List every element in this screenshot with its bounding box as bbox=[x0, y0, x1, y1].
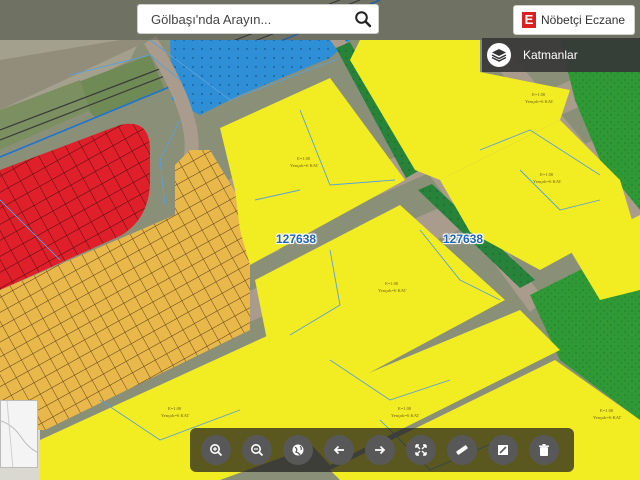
back-button[interactable] bbox=[324, 435, 354, 465]
svg-text:E=1.00: E=1.00 bbox=[532, 92, 546, 97]
zoom-out-button[interactable] bbox=[242, 435, 272, 465]
svg-text:E=1.00: E=1.00 bbox=[385, 281, 399, 286]
map-toolbar bbox=[190, 428, 574, 472]
on-duty-pharmacy-button[interactable]: E Nöbetçi Eczane bbox=[513, 5, 635, 35]
svg-text:Yençok=6 KAT: Yençok=6 KAT bbox=[378, 288, 406, 293]
search-icon[interactable] bbox=[348, 5, 378, 33]
svg-text:Yençok=6 KAT: Yençok=6 KAT bbox=[593, 415, 621, 420]
zoom-in-icon bbox=[210, 444, 223, 457]
forward-button[interactable] bbox=[365, 435, 395, 465]
svg-text:E=1.00: E=1.00 bbox=[297, 156, 311, 161]
expand-icon bbox=[415, 444, 427, 456]
arrow-right-icon bbox=[375, 445, 386, 455]
overview-minimap[interactable] bbox=[0, 400, 38, 468]
trash-icon bbox=[539, 444, 549, 456]
parcel-number-label: 127638 bbox=[443, 232, 484, 246]
clear-button[interactable] bbox=[529, 435, 559, 465]
layers-icon bbox=[487, 43, 511, 67]
svg-text:Yençok=6 KAT: Yençok=6 KAT bbox=[525, 99, 553, 104]
layers-button[interactable]: Katmanlar bbox=[482, 38, 640, 72]
area-icon bbox=[498, 445, 508, 455]
svg-text:E=1.00: E=1.00 bbox=[540, 172, 554, 177]
measure-area-button[interactable] bbox=[488, 435, 518, 465]
zoning-map[interactable]: E=1.00 Yençok=6 KAT E=1.00 Yençok=6 KAT E=… bbox=[0, 0, 640, 480]
globe-icon bbox=[292, 444, 304, 456]
pharmacy-e-icon: E bbox=[522, 12, 536, 28]
svg-text:E=1.00: E=1.00 bbox=[600, 408, 614, 413]
measure-distance-button[interactable] bbox=[447, 435, 477, 465]
svg-text:Yençok=6 KAT: Yençok=6 KAT bbox=[161, 413, 189, 418]
svg-text:E=1.00: E=1.00 bbox=[398, 406, 412, 411]
ruler-icon bbox=[456, 445, 468, 455]
zoom-out-icon bbox=[251, 444, 264, 457]
on-duty-pharmacy-label: Nöbetçi Eczane bbox=[541, 13, 626, 27]
svg-text:Yençok=6 KAT: Yençok=6 KAT bbox=[391, 413, 419, 418]
svg-text:Yençok=6 KAT: Yençok=6 KAT bbox=[290, 163, 318, 168]
layers-label: Katmanlar bbox=[523, 48, 578, 62]
arrow-left-icon bbox=[333, 445, 344, 455]
svg-text:E=1.00: E=1.00 bbox=[168, 406, 182, 411]
search-input[interactable] bbox=[138, 6, 348, 32]
basemap-button[interactable] bbox=[283, 435, 313, 465]
full-extent-button[interactable] bbox=[406, 435, 436, 465]
search-box bbox=[137, 4, 379, 34]
zoom-in-button[interactable] bbox=[201, 435, 231, 465]
svg-text:Yençok=6 KAT: Yençok=6 KAT bbox=[533, 179, 561, 184]
parcel-number-label: 127638 bbox=[276, 232, 317, 246]
